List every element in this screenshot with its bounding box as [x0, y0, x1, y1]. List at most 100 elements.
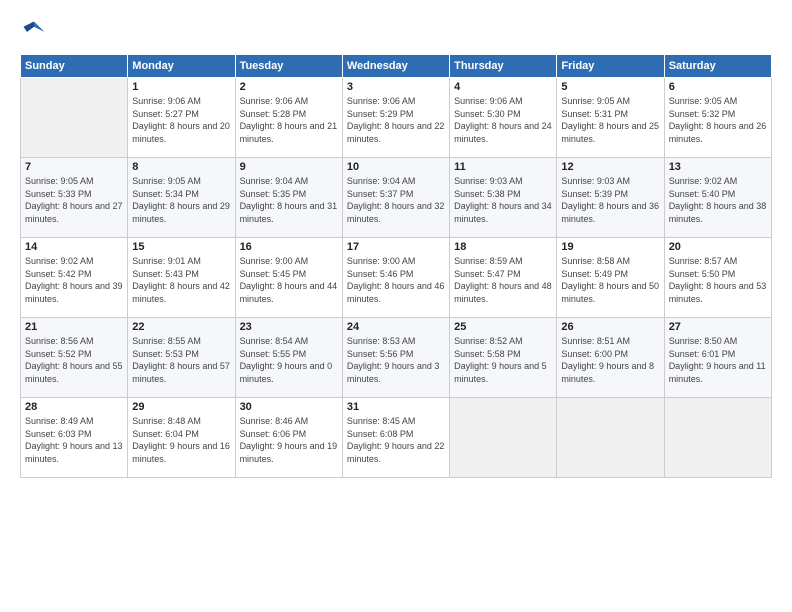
calendar-week-3: 14 Sunrise: 9:02 AMSunset: 5:42 PMDaylig… — [21, 238, 772, 318]
day-info: Sunrise: 8:45 AMSunset: 6:08 PMDaylight:… — [347, 415, 445, 465]
day-info: Sunrise: 8:48 AMSunset: 6:04 PMDaylight:… — [132, 415, 230, 465]
calendar-week-4: 21 Sunrise: 8:56 AMSunset: 5:52 PMDaylig… — [21, 318, 772, 398]
day-info: Sunrise: 9:05 AMSunset: 5:32 PMDaylight:… — [669, 95, 767, 145]
day-number: 17 — [347, 241, 445, 253]
day-info: Sunrise: 8:55 AMSunset: 5:53 PMDaylight:… — [132, 335, 230, 385]
calendar-cell: 3 Sunrise: 9:06 AMSunset: 5:29 PMDayligh… — [342, 78, 449, 158]
calendar-cell: 28 Sunrise: 8:49 AMSunset: 6:03 PMDaylig… — [21, 398, 128, 478]
day-number: 3 — [347, 81, 445, 93]
day-number: 26 — [561, 321, 659, 333]
day-info: Sunrise: 8:50 AMSunset: 6:01 PMDaylight:… — [669, 335, 767, 385]
weekday-header-saturday: Saturday — [664, 55, 771, 78]
calendar-cell: 9 Sunrise: 9:04 AMSunset: 5:35 PMDayligh… — [235, 158, 342, 238]
day-info: Sunrise: 9:02 AMSunset: 5:42 PMDaylight:… — [25, 255, 123, 305]
day-number: 14 — [25, 241, 123, 253]
day-number: 16 — [240, 241, 338, 253]
day-number: 9 — [240, 161, 338, 173]
day-number: 29 — [132, 401, 230, 413]
calendar-cell: 6 Sunrise: 9:05 AMSunset: 5:32 PMDayligh… — [664, 78, 771, 158]
day-number: 28 — [25, 401, 123, 413]
calendar-cell: 17 Sunrise: 9:00 AMSunset: 5:46 PMDaylig… — [342, 238, 449, 318]
weekday-header-friday: Friday — [557, 55, 664, 78]
day-number: 7 — [25, 161, 123, 173]
day-info: Sunrise: 9:05 AMSunset: 5:33 PMDaylight:… — [25, 175, 123, 225]
day-number: 1 — [132, 81, 230, 93]
calendar-cell: 22 Sunrise: 8:55 AMSunset: 5:53 PMDaylig… — [128, 318, 235, 398]
day-number: 21 — [25, 321, 123, 333]
calendar-cell: 24 Sunrise: 8:53 AMSunset: 5:56 PMDaylig… — [342, 318, 449, 398]
weekday-header-tuesday: Tuesday — [235, 55, 342, 78]
day-info: Sunrise: 8:59 AMSunset: 5:47 PMDaylight:… — [454, 255, 552, 305]
day-number: 11 — [454, 161, 552, 173]
weekday-header-thursday: Thursday — [450, 55, 557, 78]
day-number: 12 — [561, 161, 659, 173]
calendar-cell: 10 Sunrise: 9:04 AMSunset: 5:37 PMDaylig… — [342, 158, 449, 238]
calendar-cell: 15 Sunrise: 9:01 AMSunset: 5:43 PMDaylig… — [128, 238, 235, 318]
calendar-cell — [21, 78, 128, 158]
calendar-cell: 14 Sunrise: 9:02 AMSunset: 5:42 PMDaylig… — [21, 238, 128, 318]
calendar-week-2: 7 Sunrise: 9:05 AMSunset: 5:33 PMDayligh… — [21, 158, 772, 238]
day-info: Sunrise: 9:03 AMSunset: 5:39 PMDaylight:… — [561, 175, 659, 225]
day-number: 2 — [240, 81, 338, 93]
calendar-cell — [557, 398, 664, 478]
calendar-cell: 31 Sunrise: 8:45 AMSunset: 6:08 PMDaylig… — [342, 398, 449, 478]
day-info: Sunrise: 9:06 AMSunset: 5:29 PMDaylight:… — [347, 95, 445, 145]
day-number: 10 — [347, 161, 445, 173]
page: SundayMondayTuesdayWednesdayThursdayFrid… — [0, 0, 792, 612]
calendar-cell: 4 Sunrise: 9:06 AMSunset: 5:30 PMDayligh… — [450, 78, 557, 158]
day-number: 31 — [347, 401, 445, 413]
calendar-cell: 29 Sunrise: 8:48 AMSunset: 6:04 PMDaylig… — [128, 398, 235, 478]
day-info: Sunrise: 9:05 AMSunset: 5:31 PMDaylight:… — [561, 95, 659, 145]
day-info: Sunrise: 9:06 AMSunset: 5:27 PMDaylight:… — [132, 95, 230, 145]
calendar-cell: 19 Sunrise: 8:58 AMSunset: 5:49 PMDaylig… — [557, 238, 664, 318]
day-number: 18 — [454, 241, 552, 253]
calendar-cell: 23 Sunrise: 8:54 AMSunset: 5:55 PMDaylig… — [235, 318, 342, 398]
calendar-week-5: 28 Sunrise: 8:49 AMSunset: 6:03 PMDaylig… — [21, 398, 772, 478]
calendar-cell: 13 Sunrise: 9:02 AMSunset: 5:40 PMDaylig… — [664, 158, 771, 238]
calendar-cell: 16 Sunrise: 9:00 AMSunset: 5:45 PMDaylig… — [235, 238, 342, 318]
calendar-cell: 20 Sunrise: 8:57 AMSunset: 5:50 PMDaylig… — [664, 238, 771, 318]
calendar-cell: 25 Sunrise: 8:52 AMSunset: 5:58 PMDaylig… — [450, 318, 557, 398]
calendar-cell: 11 Sunrise: 9:03 AMSunset: 5:38 PMDaylig… — [450, 158, 557, 238]
day-info: Sunrise: 9:06 AMSunset: 5:30 PMDaylight:… — [454, 95, 552, 145]
calendar-cell — [664, 398, 771, 478]
weekday-header-wednesday: Wednesday — [342, 55, 449, 78]
day-number: 19 — [561, 241, 659, 253]
day-info: Sunrise: 9:00 AMSunset: 5:45 PMDaylight:… — [240, 255, 338, 305]
day-number: 27 — [669, 321, 767, 333]
day-number: 23 — [240, 321, 338, 333]
calendar-cell: 21 Sunrise: 8:56 AMSunset: 5:52 PMDaylig… — [21, 318, 128, 398]
day-number: 5 — [561, 81, 659, 93]
day-number: 8 — [132, 161, 230, 173]
day-info: Sunrise: 8:57 AMSunset: 5:50 PMDaylight:… — [669, 255, 767, 305]
day-info: Sunrise: 9:04 AMSunset: 5:37 PMDaylight:… — [347, 175, 445, 225]
day-number: 24 — [347, 321, 445, 333]
day-info: Sunrise: 8:49 AMSunset: 6:03 PMDaylight:… — [25, 415, 123, 465]
calendar-week-1: 1 Sunrise: 9:06 AMSunset: 5:27 PMDayligh… — [21, 78, 772, 158]
weekday-header-row: SundayMondayTuesdayWednesdayThursdayFrid… — [21, 55, 772, 78]
calendar-cell: 12 Sunrise: 9:03 AMSunset: 5:39 PMDaylig… — [557, 158, 664, 238]
weekday-header-monday: Monday — [128, 55, 235, 78]
day-number: 6 — [669, 81, 767, 93]
day-info: Sunrise: 9:04 AMSunset: 5:35 PMDaylight:… — [240, 175, 338, 225]
logo-icon — [20, 18, 48, 46]
calendar-cell: 5 Sunrise: 9:05 AMSunset: 5:31 PMDayligh… — [557, 78, 664, 158]
day-number: 20 — [669, 241, 767, 253]
day-number: 30 — [240, 401, 338, 413]
day-number: 22 — [132, 321, 230, 333]
day-info: Sunrise: 9:01 AMSunset: 5:43 PMDaylight:… — [132, 255, 230, 305]
day-info: Sunrise: 8:46 AMSunset: 6:06 PMDaylight:… — [240, 415, 338, 465]
calendar-cell: 27 Sunrise: 8:50 AMSunset: 6:01 PMDaylig… — [664, 318, 771, 398]
day-info: Sunrise: 8:53 AMSunset: 5:56 PMDaylight:… — [347, 335, 445, 385]
day-number: 25 — [454, 321, 552, 333]
calendar-table: SundayMondayTuesdayWednesdayThursdayFrid… — [20, 54, 772, 478]
calendar-cell — [450, 398, 557, 478]
day-info: Sunrise: 9:05 AMSunset: 5:34 PMDaylight:… — [132, 175, 230, 225]
day-info: Sunrise: 9:06 AMSunset: 5:28 PMDaylight:… — [240, 95, 338, 145]
calendar-cell: 30 Sunrise: 8:46 AMSunset: 6:06 PMDaylig… — [235, 398, 342, 478]
calendar-cell: 18 Sunrise: 8:59 AMSunset: 5:47 PMDaylig… — [450, 238, 557, 318]
calendar-cell: 7 Sunrise: 9:05 AMSunset: 5:33 PMDayligh… — [21, 158, 128, 238]
day-info: Sunrise: 9:02 AMSunset: 5:40 PMDaylight:… — [669, 175, 767, 225]
day-number: 15 — [132, 241, 230, 253]
day-info: Sunrise: 8:51 AMSunset: 6:00 PMDaylight:… — [561, 335, 659, 385]
